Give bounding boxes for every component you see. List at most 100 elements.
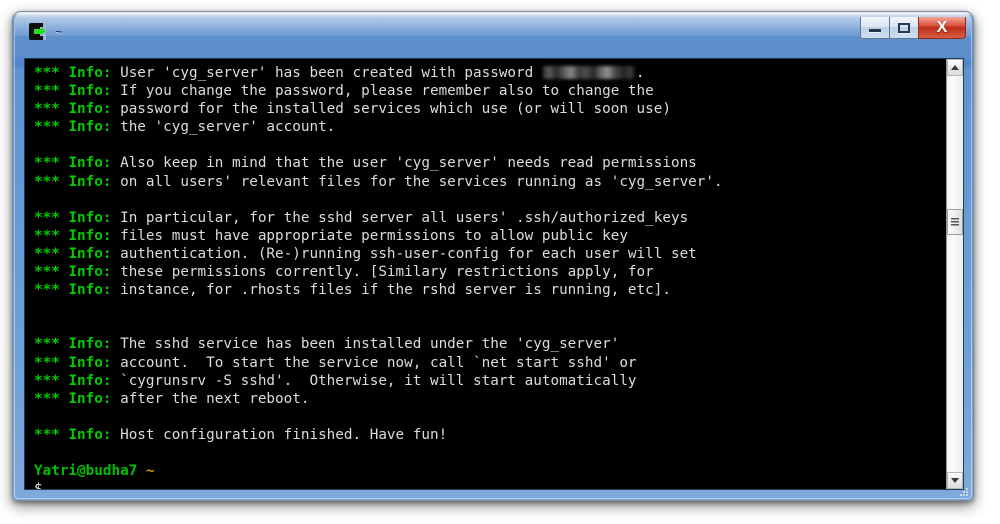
grip-lines-icon xyxy=(951,217,959,227)
terminal-line: *** Info: User 'cyg_server' has been cre… xyxy=(34,64,946,82)
info-stars: *** xyxy=(34,336,69,353)
info-label: Info: xyxy=(68,282,121,299)
terminal-window: ~ X *** Info: User 'cyg_server' has been… xyxy=(12,11,974,501)
info-label: Info: xyxy=(68,227,121,244)
terminal-text: password for the installed services whic… xyxy=(120,101,671,118)
terminal-text: In particular, for the sshd server all u… xyxy=(120,209,689,226)
info-stars: *** xyxy=(34,155,69,172)
title-bar[interactable]: ~ X xyxy=(13,12,973,58)
terminal-line: *** Info: after the next reboot. xyxy=(34,390,946,408)
prompt-symbol: $ xyxy=(34,481,43,489)
terminal-line: *** Info: The sshd service has been inst… xyxy=(34,335,946,353)
chevron-up-icon xyxy=(951,65,959,70)
terminal-line: *** Info: these permissions corrently. [… xyxy=(34,263,946,281)
desktop-background: ~ X *** Info: User 'cyg_server' has been… xyxy=(0,0,1000,524)
info-label: Info: xyxy=(68,65,121,81)
terminal-line: *** Info: If you change the password, pl… xyxy=(34,82,946,100)
info-stars: *** xyxy=(34,83,69,100)
prompt-host: Yatri@budha7 xyxy=(34,463,146,480)
terminal-text: after the next reboot. xyxy=(120,390,310,407)
info-stars: *** xyxy=(34,119,69,136)
terminal-text: . xyxy=(635,65,645,81)
window-frame: ~ X *** Info: User 'cyg_server' has been… xyxy=(12,11,974,501)
terminal-text: these permissions corrently. [Similary r… xyxy=(120,264,654,281)
window-title: ~ xyxy=(55,23,63,39)
maximize-button[interactable] xyxy=(889,17,919,39)
close-button[interactable]: X xyxy=(918,17,966,39)
title-bar-gloss xyxy=(15,14,971,36)
info-stars: *** xyxy=(34,209,69,226)
terminal-client-area: *** Info: User 'cyg_server' has been cre… xyxy=(24,58,964,490)
terminal-text: account. To start the service now, call … xyxy=(120,354,637,371)
terminal-line: *** Info: `cygrunsrv -S sshd'. Otherwise… xyxy=(34,372,946,390)
info-stars: *** xyxy=(34,173,69,190)
info-stars: *** xyxy=(34,65,69,81)
terminal-line: *** Info: In particular, for the sshd se… xyxy=(34,209,946,227)
maximize-icon xyxy=(898,22,910,33)
window-controls: X xyxy=(860,17,966,40)
terminal-text: Host configuration finished. Have fun! xyxy=(120,426,448,443)
info-label: Info: xyxy=(68,155,121,172)
info-label: Info: xyxy=(68,336,121,353)
info-label: Info: xyxy=(68,426,121,443)
scrollbar-track[interactable] xyxy=(947,76,963,472)
terminal-scrollbar[interactable] xyxy=(946,59,963,489)
info-label: Info: xyxy=(68,101,121,118)
terminal-line: *** Info: on all users' relevant files f… xyxy=(34,173,946,191)
terminal-line: *** Info: Host configuration finished. H… xyxy=(34,426,946,444)
info-stars: *** xyxy=(34,227,69,244)
terminal-text: `cygrunsrv -S sshd'. Otherwise, it will … xyxy=(120,372,637,389)
scrollbar-thumb[interactable] xyxy=(947,209,963,235)
terminal-text: If you change the password, please remem… xyxy=(120,83,654,100)
close-icon: X xyxy=(936,18,948,36)
info-label: Info: xyxy=(68,83,121,100)
terminal-line: $ xyxy=(34,480,946,489)
redacted-password xyxy=(542,66,635,79)
info-stars: *** xyxy=(34,282,69,299)
info-stars: *** xyxy=(34,390,69,407)
terminal-text: The sshd service has been installed unde… xyxy=(120,336,620,353)
scroll-up-button[interactable] xyxy=(947,59,963,76)
info-stars: *** xyxy=(34,354,69,371)
title-bar-left: ~ xyxy=(29,23,63,40)
resize-grip-icon[interactable] xyxy=(958,486,970,498)
terminal-line: *** Info: the 'cyg_server' account. xyxy=(34,118,946,136)
terminal-line: *** Info: authentication. (Re-)running s… xyxy=(34,245,946,263)
minimize-button[interactable] xyxy=(860,17,890,39)
prompt-path: ~ xyxy=(145,463,155,480)
info-label: Info: xyxy=(68,209,121,226)
info-label: Info: xyxy=(68,354,121,371)
terminal-text: the 'cyg_server' account. xyxy=(120,119,336,136)
terminal-text: instance, for .rhosts files if the rshd … xyxy=(120,282,671,299)
info-label: Info: xyxy=(68,173,121,190)
terminal-text: on all users' relevant files for the ser… xyxy=(120,173,723,190)
info-stars: *** xyxy=(34,372,69,389)
terminal-line: *** Info: account. To start the service … xyxy=(34,354,946,372)
cygwin-terminal-icon xyxy=(29,23,46,40)
terminal-line: Yatri@budha7 ~ xyxy=(34,462,946,480)
terminal-line: *** Info: instance, for .rhosts files if… xyxy=(34,281,946,299)
info-label: Info: xyxy=(68,390,121,407)
info-stars: *** xyxy=(34,264,69,281)
chevron-down-icon xyxy=(951,478,959,483)
terminal-line: *** Info: password for the installed ser… xyxy=(34,100,946,118)
terminal-line: *** Info: Also keep in mind that the use… xyxy=(34,154,946,172)
info-label: Info: xyxy=(68,264,121,281)
terminal-output[interactable]: *** Info: User 'cyg_server' has been cre… xyxy=(25,59,946,489)
info-label: Info: xyxy=(68,245,121,262)
terminal-text: User 'cyg_server' has been created with … xyxy=(120,65,542,81)
terminal-text: files must have appropriate permissions … xyxy=(120,227,628,244)
info-label: Info: xyxy=(68,119,121,136)
minimize-icon xyxy=(869,29,881,32)
info-label: Info: xyxy=(68,372,121,389)
info-stars: *** xyxy=(34,245,69,262)
terminal-text: Also keep in mind that the user 'cyg_ser… xyxy=(120,155,697,172)
info-stars: *** xyxy=(34,426,69,443)
terminal-text: authentication. (Re-)running ssh-user-co… xyxy=(120,245,697,262)
